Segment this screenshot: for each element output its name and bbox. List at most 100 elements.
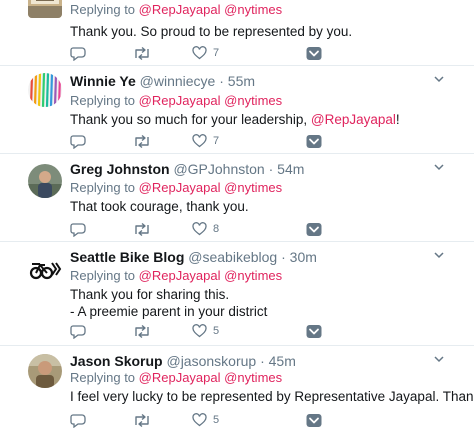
like-count: 8 [213, 223, 220, 235]
reply-button[interactable] [70, 411, 87, 429]
tweet-item[interactable]: Seattle Bike Blog @seabikeblog · 30m Rep… [0, 242, 474, 346]
avatar[interactable] [28, 354, 62, 388]
mention-link[interactable]: @nytimes [224, 268, 282, 283]
reply-button[interactable] [70, 220, 87, 238]
mention-link[interactable]: @RepJayapal [139, 370, 221, 385]
mention-link[interactable]: @nytimes [224, 93, 282, 108]
mention-link[interactable]: @RepJayapal [139, 180, 221, 195]
retweet-button[interactable] [132, 322, 152, 340]
avatar-rainbow-icon [28, 73, 62, 107]
heart-icon [192, 324, 207, 338]
chevron-down-icon[interactable] [432, 352, 446, 366]
heart-icon [192, 134, 207, 148]
tweet-item[interactable]: Jason Skorup @jasonskorup · 45m Replying… [0, 346, 474, 430]
reply-icon [70, 222, 86, 237]
direct-message-button[interactable] [306, 132, 322, 150]
tweet-header: Greg Johnston @GPJohnston · 54m [70, 161, 304, 177]
avatar[interactable] [28, 73, 62, 107]
tweet-item[interactable]: Replying to @RepJayapal @nytimes Thank y… [0, 0, 474, 66]
tweet-header: Jason Skorup @jasonskorup · 45m [70, 353, 296, 369]
avatar[interactable] [28, 252, 62, 286]
retweet-icon [135, 324, 149, 338]
like-count: 5 [213, 414, 220, 426]
tweet-item[interactable]: Winnie Ye @winniecye · 55m Replying to @… [0, 66, 474, 154]
avatar-sign-icon [28, 0, 62, 18]
like-button[interactable]: 7 [192, 44, 219, 62]
reply-feed: Replying to @RepJayapal @nytimes Thank y… [0, 0, 474, 430]
direct-message-icon [306, 413, 322, 427]
chevron-down-icon[interactable] [432, 72, 446, 86]
direct-message-button[interactable] [306, 411, 322, 429]
reply-button[interactable] [70, 322, 87, 340]
direct-message-button[interactable] [306, 44, 322, 62]
mention-link[interactable]: @nytimes [224, 2, 282, 17]
timestamp-sep: · [281, 249, 286, 265]
timestamp-sep: · [268, 161, 274, 177]
mention-link[interactable]: @RepJayapal [139, 268, 221, 283]
avatar[interactable] [28, 0, 62, 18]
user-handle[interactable]: @winniecye [140, 73, 216, 89]
tweet-text-line: Thank you so much for your leadership, [70, 112, 311, 127]
avatar-bike-logo-icon [28, 252, 62, 286]
tweet-text: Thank you so much for your leadership, @… [70, 111, 400, 128]
like-button[interactable]: 5 [192, 411, 219, 429]
replying-to-label: Replying to [70, 93, 139, 108]
replying-to-label: Replying to [70, 2, 139, 17]
like-count: 5 [213, 325, 220, 337]
timestamp[interactable]: 54m [277, 161, 304, 177]
avatar[interactable] [28, 164, 62, 198]
reply-button[interactable] [70, 44, 87, 62]
timestamp[interactable]: 45m [269, 353, 296, 369]
timestamp[interactable]: 30m [290, 249, 317, 265]
heart-icon [192, 222, 207, 236]
tweet-text-suffix: ! [395, 112, 400, 127]
mention-link[interactable]: @nytimes [224, 370, 282, 385]
retweet-icon [135, 222, 149, 236]
direct-message-button[interactable] [306, 220, 322, 238]
tweet-text: That took courage, thank you. [70, 198, 249, 215]
chevron-down-icon[interactable] [432, 248, 446, 262]
display-name[interactable]: Winnie Ye [70, 73, 136, 89]
timestamp[interactable]: 55m [228, 73, 255, 89]
direct-message-button[interactable] [306, 322, 322, 340]
tweet-header: Seattle Bike Blog @seabikeblog · 30m [70, 249, 317, 265]
tweet-text: Thank you. So proud to be represented by… [70, 23, 352, 40]
user-handle[interactable]: @jasonskorup [166, 353, 256, 369]
replying-to-label: Replying to [70, 370, 139, 385]
tweet-actions: 5 [70, 411, 330, 429]
avatar-photo-icon [28, 354, 62, 388]
mention-link[interactable]: @RepJayapal [139, 2, 221, 17]
display-name[interactable]: Seattle Bike Blog [70, 249, 184, 265]
timestamp-sep: · [219, 73, 224, 89]
like-button[interactable]: 5 [192, 322, 219, 340]
tweet-actions: 8 [70, 220, 330, 238]
tweet-text: Thank you for sharing this. - A preemie … [70, 286, 267, 320]
like-button[interactable]: 8 [192, 220, 219, 238]
mention-link[interactable]: @RepJayapal [311, 112, 396, 127]
tweet-text-line: Thank you. So proud to be represented by… [70, 24, 353, 39]
retweet-icon [135, 134, 149, 148]
user-handle[interactable]: @GPJohnston [173, 161, 264, 177]
direct-message-icon [306, 46, 322, 60]
like-button[interactable]: 7 [192, 132, 219, 150]
display-name[interactable]: Greg Johnston [70, 161, 170, 177]
replying-to-line: Replying to @RepJayapal @nytimes [70, 2, 282, 17]
retweet-button[interactable] [132, 44, 152, 62]
retweet-button[interactable] [132, 411, 152, 429]
heart-icon [192, 46, 207, 60]
heart-icon [192, 413, 207, 427]
user-handle[interactable]: @seabikeblog [188, 249, 277, 265]
mention-link[interactable]: @RepJayapal [139, 93, 221, 108]
tweet-item[interactable]: Greg Johnston @GPJohnston · 54m Replying… [0, 154, 474, 242]
mention-link[interactable]: @nytimes [224, 180, 282, 195]
chevron-down-icon[interactable] [432, 160, 446, 174]
avatar-photo-icon [28, 164, 62, 198]
tweet-text-line: Thank you for sharing this. [70, 287, 230, 302]
retweet-button[interactable] [132, 132, 152, 150]
direct-message-icon [306, 134, 322, 148]
replying-to-label: Replying to [70, 268, 139, 283]
like-count: 7 [213, 135, 220, 147]
retweet-button[interactable] [132, 220, 152, 238]
display-name[interactable]: Jason Skorup [70, 353, 163, 369]
reply-button[interactable] [70, 132, 87, 150]
